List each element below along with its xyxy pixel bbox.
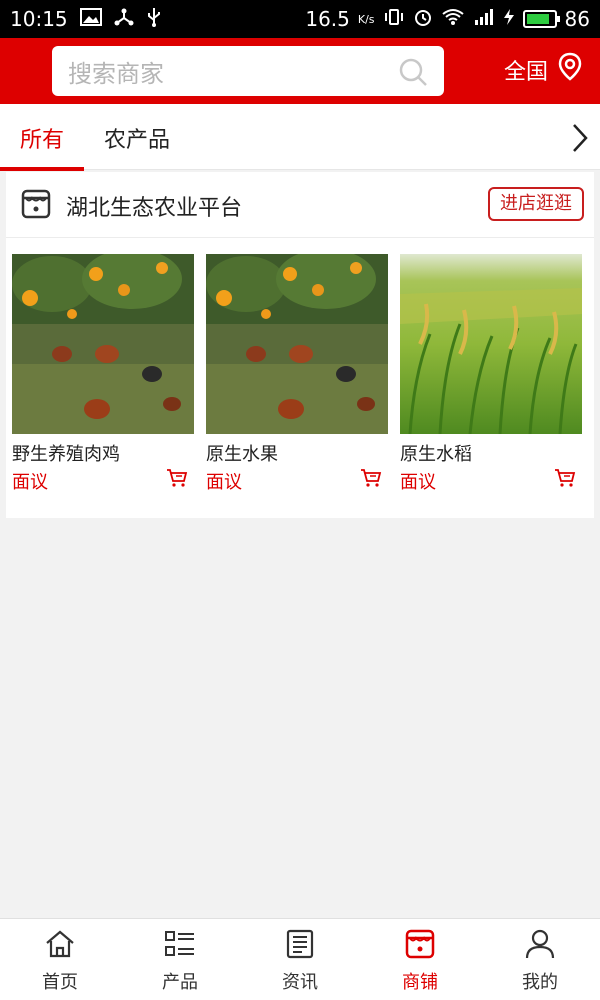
wifi-icon	[441, 8, 465, 30]
news-icon	[284, 929, 316, 964]
product-item[interactable]: 原生水果 面议	[206, 254, 388, 494]
product-name: 原生水稻	[400, 444, 472, 465]
nav-me-label: 我的	[522, 972, 558, 993]
nav-home-label: 首页	[42, 972, 78, 993]
network-speed-unit: K/s	[357, 12, 375, 26]
category-tabs: 所有 农产品	[0, 104, 600, 171]
search-input[interactable]: 搜索商家	[52, 46, 444, 96]
nav-home[interactable]: 首页	[0, 919, 120, 1000]
nav-shop[interactable]: 商铺	[360, 919, 480, 1000]
region-selector[interactable]: 全国	[504, 52, 584, 88]
nav-me[interactable]: 我的	[480, 919, 600, 1000]
usb-icon	[146, 7, 162, 31]
image-icon	[79, 8, 102, 30]
product-image[interactable]	[400, 254, 582, 434]
list-icon	[164, 929, 196, 964]
store-name: 湖北生态农业平台	[66, 196, 243, 221]
battery-icon	[522, 10, 560, 28]
product-name: 原生水果	[206, 444, 278, 465]
product-item[interactable]: 原生水稻 面议	[400, 254, 582, 494]
user-icon	[524, 929, 556, 964]
cart-icon[interactable]	[166, 468, 188, 492]
header-bar: 搜索商家 全国	[0, 38, 600, 104]
product-list: 野生养殖肉鸡 面议 原生水果 面议 原生水稻 面议	[6, 254, 594, 504]
network-speed: 16.5	[305, 7, 350, 31]
alarm-icon	[413, 7, 433, 31]
tab-all[interactable]: 所有	[20, 122, 64, 154]
location-pin-icon	[556, 52, 584, 88]
search-icon[interactable]	[398, 57, 428, 91]
battery-percent: 86	[564, 7, 590, 31]
chevron-right-icon[interactable]	[570, 122, 590, 158]
store-card: 湖北生态农业平台 进店逛逛 野生养殖肉鸡 面议 原生水果 面议 原生水稻 面议	[6, 172, 594, 518]
nav-shop-label: 商铺	[402, 972, 438, 993]
signal-icon	[473, 8, 495, 30]
tab-agricultural-products[interactable]: 农产品	[104, 122, 170, 154]
charging-icon	[503, 8, 515, 30]
share-icon	[114, 8, 134, 30]
status-time: 10:15	[10, 7, 68, 31]
tab-active-indicator	[0, 167, 84, 171]
product-name: 野生养殖肉鸡	[12, 444, 120, 465]
vibrate-icon	[383, 8, 405, 30]
nav-news-label: 资讯	[282, 972, 318, 993]
store-card-header: 湖北生态农业平台 进店逛逛	[6, 172, 594, 238]
product-image[interactable]	[12, 254, 194, 434]
shop-icon	[404, 929, 436, 964]
nav-products-label: 产品	[162, 972, 198, 993]
product-image[interactable]	[206, 254, 388, 434]
home-icon	[44, 929, 76, 964]
nav-news[interactable]: 资讯	[240, 919, 360, 1000]
cart-icon[interactable]	[360, 468, 382, 492]
status-bar: 10:15 16.5 K/s 86	[0, 0, 600, 38]
store-icon	[20, 188, 52, 224]
region-label: 全国	[503, 60, 548, 85]
cart-icon[interactable]	[554, 468, 576, 492]
bottom-nav: 首页 产品 资讯 商铺 我的	[0, 918, 600, 1000]
nav-products[interactable]: 产品	[120, 919, 240, 1000]
search-placeholder: 搜索商家	[68, 59, 164, 88]
product-item[interactable]: 野生养殖肉鸡 面议	[12, 254, 194, 494]
visit-store-button[interactable]: 进店逛逛	[488, 187, 584, 221]
